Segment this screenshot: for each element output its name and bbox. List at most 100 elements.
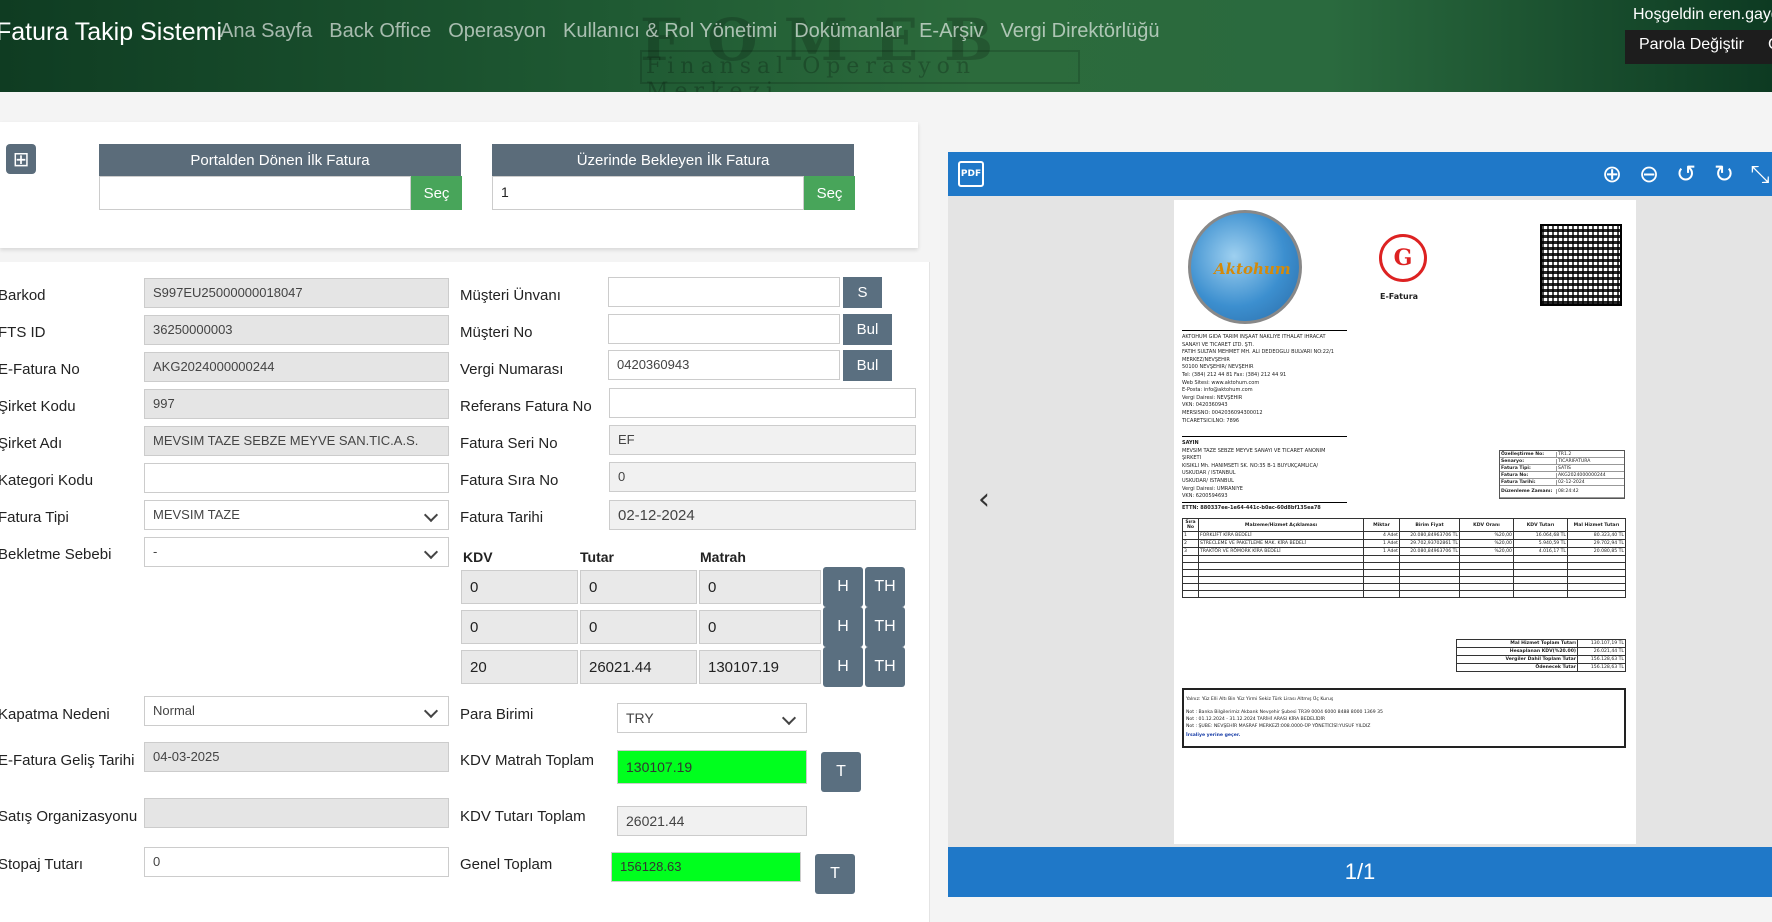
- barkod-field[interactable]: S997EU25000000018047: [144, 278, 449, 308]
- efatura-logo-icon: G: [1379, 234, 1427, 282]
- zoom-in-icon[interactable]: ⊕: [1598, 160, 1626, 188]
- kapatma-nedeni-select[interactable]: Normal: [144, 696, 449, 726]
- kdv-tutari-toplam-field[interactable]: 26021.44: [617, 806, 807, 836]
- zoom-out-icon[interactable]: ⊖: [1635, 160, 1663, 188]
- kdv-th-button[interactable]: TH: [865, 607, 905, 647]
- para-birimi-value: TRY: [626, 710, 654, 726]
- company-logo-text: Aktohum: [1214, 260, 1291, 278]
- ettn-text: ETTN: 880337ee-1e64-441c-b0ac-60d8bf135e…: [1182, 505, 1321, 511]
- waiting-fetch-input[interactable]: 1: [492, 176, 804, 210]
- portal-select-button[interactable]: Seç: [411, 176, 462, 210]
- musteri-no-field[interactable]: [608, 314, 840, 344]
- nav-link-back-office[interactable]: Back Office: [329, 20, 431, 43]
- nav-link-vergi[interactable]: Vergi Direktörlüğü: [1001, 20, 1160, 43]
- kdv-th-button[interactable]: TH: [865, 567, 905, 607]
- fts-id-field[interactable]: 36250000003: [144, 315, 449, 345]
- fatura-tipi-label: Fatura Tipi: [0, 509, 69, 526]
- nav-menu: Ana Sayfa Back Office Operasyon Kullanıc…: [220, 20, 1159, 43]
- nav-link-kullanici-rol[interactable]: Kullanıcı & Rol Yönetimi: [563, 20, 777, 43]
- satis-org-field[interactable]: [144, 798, 449, 828]
- invoice-notes: Yalnız: Yüz Elli Altı Bin Yüz Yirmi Seki…: [1182, 688, 1626, 748]
- nav-link-ana-sayfa[interactable]: Ana Sayfa: [220, 20, 312, 43]
- referans-fatura-field[interactable]: [609, 388, 916, 418]
- stopaj-field[interactable]: 0: [144, 847, 449, 877]
- kdv-amount-cell[interactable]: 26021.44: [580, 650, 697, 684]
- musteri-no-label: Müşteri No: [460, 324, 533, 341]
- fatura-sira-field[interactable]: 0: [609, 462, 916, 492]
- change-password-button[interactable]: Parola DeğiştirÇ: [1625, 30, 1772, 64]
- portal-fetch-group: Portalden Dönen İlk Fatura Seç: [99, 144, 462, 210]
- musteri-no-find-button[interactable]: Bul: [843, 314, 892, 345]
- nav-link-e-arsiv[interactable]: E-Arşiv: [919, 20, 983, 43]
- stopaj-label: Stopaj Tutarı: [0, 856, 84, 873]
- kdv-base-cell[interactable]: 130107.19: [699, 650, 821, 684]
- sirket-adi-field[interactable]: MEVSIM TAZE SEBZE MEYVE SAN.TIC.A.S.: [144, 426, 449, 456]
- musteri-search-button[interactable]: S: [843, 277, 882, 308]
- para-birimi-label: Para Birimi: [460, 706, 534, 723]
- nav-link-dokumanlar[interactable]: Dokümanlar: [794, 20, 902, 43]
- sirket-adi-label: Şirket Adı: [0, 435, 63, 452]
- fatura-seri-label: Fatura Seri No: [460, 435, 558, 452]
- bekletme-sebebi-select[interactable]: -: [144, 537, 449, 567]
- qr-code: [1540, 224, 1622, 306]
- waiting-fetch-group: Üzerinde Bekleyen İlk Fatura 1 Seç: [492, 144, 855, 210]
- pdf-page: Aktohum G E-Fatura AKTOHUM GIDA TARIM İN…: [1174, 200, 1636, 844]
- table-row: 2 STRECLEME VE PAKETLEME MAK. KİRA BEDELİ…: [1182, 539, 1626, 548]
- kdv-matrah-toplam-label: KDV Matrah Toplam: [460, 752, 594, 769]
- vergi-no-field[interactable]: 0420360943: [608, 350, 840, 380]
- pdf-toolbar: PDF ⊕ ⊖ ↺ ↻ ⤡: [948, 152, 1772, 196]
- kdv-h-button[interactable]: H: [823, 567, 863, 607]
- kdv-rate-cell[interactable]: 0: [461, 610, 578, 644]
- navbar-background-subtitle: Finansal Operasyon Merkezi: [640, 50, 1080, 92]
- barkod-label: Barkod: [0, 287, 46, 304]
- fatura-tarihi-field[interactable]: 02-12-2024: [609, 500, 916, 530]
- fullscreen-exit-icon[interactable]: ⤡: [1746, 160, 1772, 188]
- fatura-seri-field[interactable]: EF: [609, 425, 916, 455]
- nav-link-operasyon[interactable]: Operasyon: [448, 20, 546, 43]
- kdv-rate-cell[interactable]: 0: [461, 570, 578, 604]
- musteri-unvani-field[interactable]: [608, 277, 840, 307]
- e-fatura-no-field[interactable]: AKG2024000000244: [144, 352, 449, 382]
- kdv-amount-cell[interactable]: 0: [580, 570, 697, 604]
- fetch-card: ⊞ Portalden Dönen İlk Fatura Seç Üzerind…: [0, 122, 918, 248]
- grid-menu-button[interactable]: ⊞: [6, 144, 36, 174]
- kdv-rate-cell[interactable]: 20: [461, 650, 578, 684]
- kdv-h-button[interactable]: H: [823, 607, 863, 647]
- bekletme-sebebi-label: Bekletme Sebebi: [0, 546, 112, 563]
- waiting-select-button[interactable]: Seç: [804, 176, 855, 210]
- portal-fetch-input[interactable]: [99, 176, 411, 210]
- genel-toplam-label: Genel Toplam: [460, 856, 553, 873]
- kategori-kodu-label: Kategori Kodu: [0, 472, 94, 489]
- vergi-no-find-button[interactable]: Bul: [843, 350, 892, 381]
- portal-fetch-title: Portalden Dönen İlk Fatura: [99, 144, 461, 176]
- genel-toplam-field[interactable]: 156128.63: [611, 852, 801, 882]
- kdv-matrah-toplam-field[interactable]: 130107.19: [617, 750, 807, 784]
- kdv-base-cell[interactable]: 0: [699, 570, 821, 604]
- logout-button[interactable]: Ç: [1768, 36, 1772, 53]
- kdv-amount-cell[interactable]: 0: [580, 610, 697, 644]
- prev-page-chevron-icon[interactable]: ‹: [978, 482, 990, 517]
- brand-title[interactable]: Fatura Takip Sistemi: [0, 18, 222, 47]
- rotate-left-icon[interactable]: ↺: [1672, 160, 1700, 188]
- invoice-items-table: Sıra No Malzeme/Hizmet Açıklaması Miktar…: [1182, 518, 1626, 598]
- para-birimi-select[interactable]: TRY: [617, 703, 807, 733]
- sirket-kodu-field[interactable]: 997: [144, 389, 449, 419]
- genel-toplam-t-button[interactable]: T: [815, 854, 855, 894]
- fatura-tipi-select[interactable]: MEVSIM TAZE: [144, 500, 449, 530]
- kdv-h-button[interactable]: H: [823, 647, 863, 687]
- kdv-base-cell[interactable]: 0: [699, 610, 821, 644]
- gelis-tarihi-field[interactable]: 04-03-2025: [144, 742, 449, 772]
- kdv-th-button[interactable]: TH: [865, 647, 905, 687]
- matrah-header: Matrah: [700, 549, 746, 565]
- kdv-header: KDV: [463, 549, 493, 565]
- e-fatura-no-label: E-Fatura No: [0, 361, 80, 378]
- kdv-tutari-toplam-label: KDV Tutarı Toplam: [460, 808, 586, 825]
- pdf-file-icon[interactable]: PDF: [958, 161, 984, 187]
- invoice-form: Barkod S997EU25000000018047 FTS ID 36250…: [0, 262, 930, 922]
- rotate-right-icon[interactable]: ↻: [1710, 160, 1738, 188]
- vergi-no-label: Vergi Numarası: [460, 361, 564, 378]
- table-row: 3 TRAKTÖR VE RÖMORK KİRA BEDELİ 1 Adet 20.…: [1182, 547, 1626, 556]
- fatura-sira-label: Fatura Sıra No: [460, 472, 559, 489]
- kategori-kodu-field[interactable]: [144, 463, 449, 493]
- kdv-matrah-t-button[interactable]: T: [821, 752, 861, 792]
